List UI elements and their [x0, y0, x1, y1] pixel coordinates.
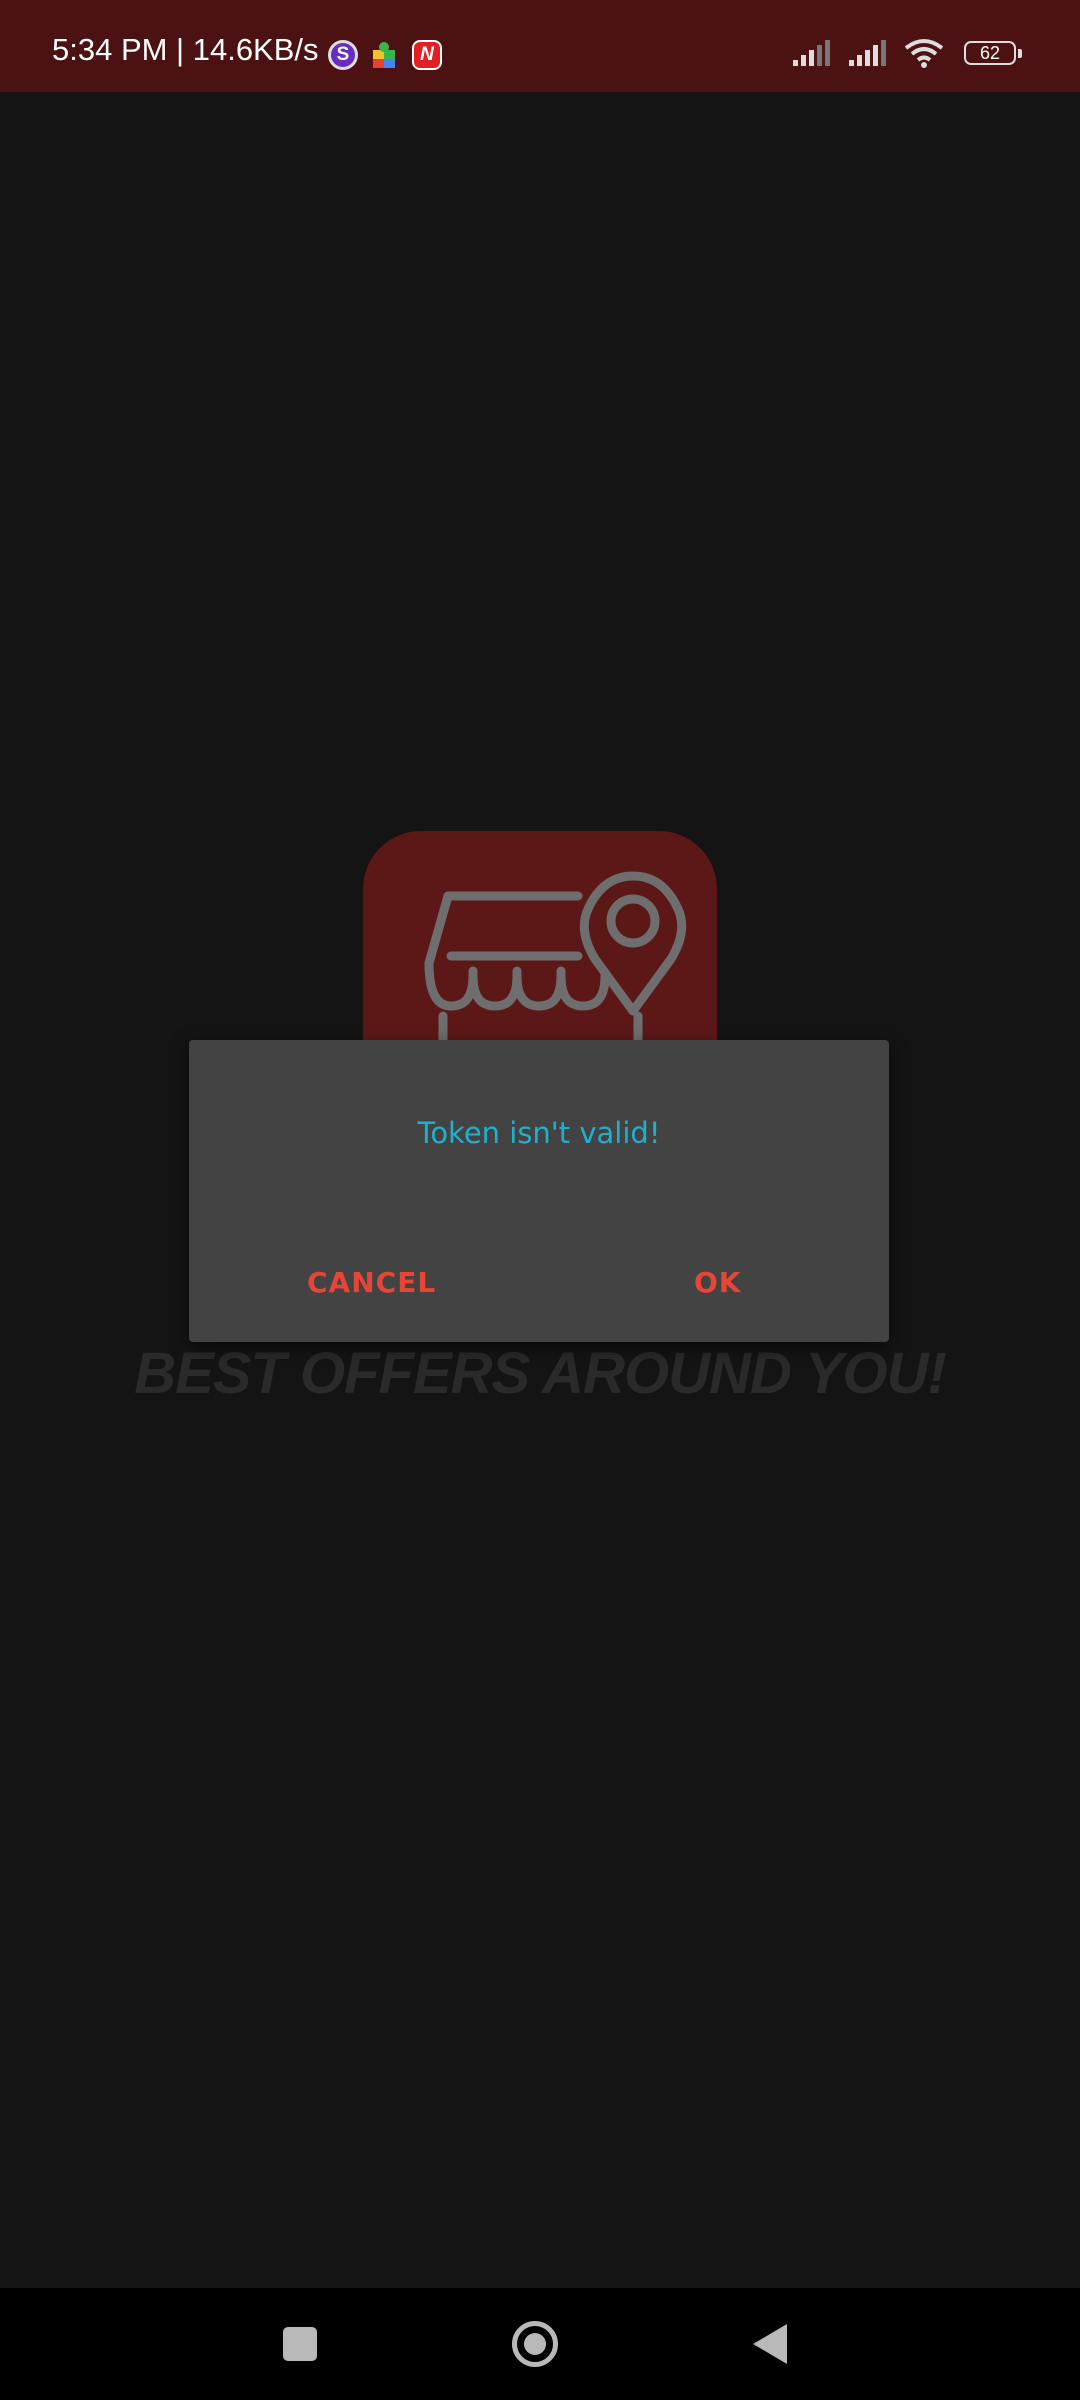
- screen: 5:34 PM | 14.6KB/s S N 62 BEST OFFERS AR…: [0, 0, 1080, 2400]
- back-icon: [753, 2324, 787, 2364]
- s-app-icon-letter: S: [336, 44, 350, 65]
- back-button[interactable]: [745, 2288, 795, 2400]
- status-bar: 5:34 PM | 14.6KB/s S N 62: [0, 0, 1080, 92]
- notification-icons: S N: [328, 40, 442, 70]
- battery-icon: 62: [964, 41, 1022, 65]
- signal-sim2-icon: [849, 40, 886, 66]
- s-app-icon: S: [328, 40, 358, 70]
- puzzle-app-icon: [370, 40, 400, 70]
- recents-button[interactable]: [270, 2288, 330, 2400]
- ok-button[interactable]: OK: [694, 1266, 742, 1299]
- tagline: BEST OFFERS AROUND YOU!: [134, 1341, 947, 1406]
- status-indicators: 62: [792, 38, 1022, 68]
- n-app-icon: N: [412, 40, 442, 70]
- wifi-icon: [904, 39, 944, 68]
- signal-sim1-icon: [793, 40, 830, 66]
- dialog-message: Token isn't valid!: [417, 1116, 661, 1150]
- home-button[interactable]: [505, 2288, 565, 2400]
- alert-dialog: Token isn't valid! CANCEL OK: [189, 1040, 889, 1342]
- cancel-button[interactable]: CANCEL: [307, 1266, 436, 1299]
- navigation-bar: [0, 2288, 1080, 2400]
- recents-icon: [283, 2327, 317, 2361]
- home-icon: [512, 2321, 558, 2367]
- n-app-icon-letter: N: [420, 44, 434, 65]
- battery-level: 62: [979, 42, 1001, 63]
- status-time: 5:34 PM | 14.6KB/s: [52, 32, 319, 67]
